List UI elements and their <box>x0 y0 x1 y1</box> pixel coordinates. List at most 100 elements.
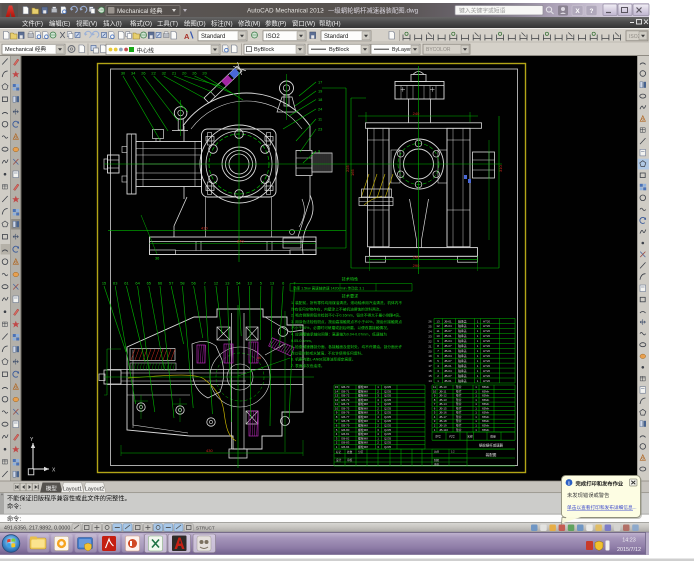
svg-text:轴承盖: 轴承盖 <box>458 353 467 358</box>
svg-text:螺栓M8: 螺栓M8 <box>358 405 368 410</box>
svg-text:窗口(W): 窗口(W) <box>292 18 315 27</box>
svg-text:23: 23 <box>428 334 432 338</box>
svg-text:4. 应调整轴承轴向间隙：高速轴为0.04-0.07mm，低: 4. 应调整轴承轴向间隙：高速轴为0.04-0.07mm，低速轴为 <box>291 332 387 337</box>
svg-text:15: 15 <box>428 374 432 378</box>
svg-text:12: 12 <box>214 281 218 286</box>
svg-text:63: 63 <box>113 281 117 286</box>
svg-text:310: 310 <box>498 165 503 172</box>
svg-text:HT20: HT20 <box>483 354 490 358</box>
svg-text:设计: 设计 <box>336 458 342 462</box>
svg-text:61: 61 <box>124 281 128 286</box>
svg-text:数量: 数量 <box>490 435 496 439</box>
svg-text:轴承盖: 轴承盖 <box>458 318 467 323</box>
svg-text:23: 23 <box>318 127 322 132</box>
svg-text:HT20: HT20 <box>483 369 490 373</box>
svg-text:21: 21 <box>428 344 432 348</box>
svg-text:13: 13 <box>225 281 229 286</box>
svg-text:HT20: HT20 <box>483 319 490 323</box>
svg-text:垫片: 垫片 <box>456 384 462 389</box>
svg-text:n6: n6 <box>257 356 261 360</box>
svg-text:装配图: 装配图 <box>486 452 497 457</box>
svg-text:ByBlock: ByBlock <box>254 47 274 53</box>
svg-text:螺栓M8: 螺栓M8 <box>358 401 368 406</box>
svg-text:中心线: 中心线 <box>137 47 155 55</box>
svg-text:17: 17 <box>428 364 432 368</box>
svg-text:轴承盖: 轴承盖 <box>458 368 467 373</box>
svg-text:垫片: 垫片 <box>456 405 462 410</box>
svg-text:轴承盖: 轴承盖 <box>458 348 467 353</box>
svg-text:6. 机座内装L-AN68润滑油至规定高度。: 6. 机座内装L-AN68润滑油至规定高度。 <box>291 357 356 362</box>
svg-text:螺栓M8: 螺栓M8 <box>358 427 368 432</box>
svg-text:审核: 审核 <box>434 462 440 466</box>
svg-text:2015/7/12: 2015/7/12 <box>617 547 641 553</box>
svg-text:比例: 比例 <box>434 450 440 454</box>
svg-text:JB-01: JB-01 <box>444 364 452 368</box>
svg-text:57: 57 <box>169 281 173 286</box>
svg-text:A: A <box>184 32 190 41</box>
svg-text:命令:: 命令: <box>7 515 21 523</box>
svg-text:插入(I): 插入(I) <box>103 18 122 27</box>
svg-text:11: 11 <box>436 329 439 333</box>
svg-text:HT20: HT20 <box>483 379 490 383</box>
svg-text:410: 410 <box>201 225 208 230</box>
svg-text:JB-04: JB-04 <box>444 324 452 328</box>
svg-text:ByBlock: ByBlock <box>329 47 349 53</box>
svg-text:螺栓M8: 螺栓M8 <box>358 418 368 423</box>
svg-text:1:2: 1:2 <box>451 451 455 454</box>
svg-text:垫片: 垫片 <box>456 427 462 432</box>
svg-text:14:23: 14:23 <box>622 538 636 544</box>
svg-text:18: 18 <box>428 359 432 363</box>
svg-text:16: 16 <box>428 369 432 373</box>
svg-text:HT20: HT20 <box>483 334 490 338</box>
svg-text:标记: 标记 <box>336 450 342 454</box>
svg-text:螺栓M8: 螺栓M8 <box>358 410 368 415</box>
svg-text:键入关键字或短语: 键入关键字或短语 <box>459 6 506 14</box>
svg-text:15: 15 <box>102 281 106 286</box>
svg-text:螺栓M8: 螺栓M8 <box>358 440 368 445</box>
svg-text:Standard: Standard <box>324 34 348 40</box>
svg-text:涂以密封胶或水玻璃，不允许使用任何填料。: 涂以密封胶或水玻璃，不允许使用任何填料。 <box>291 350 365 355</box>
svg-text:AutoCAD Mechanical 2012: AutoCAD Mechanical 2012 <box>247 8 324 15</box>
svg-text:65: 65 <box>147 281 151 286</box>
svg-text:11: 11 <box>318 117 322 122</box>
svg-text:格式(O): 格式(O) <box>130 18 152 27</box>
svg-text:Layout2: Layout2 <box>85 486 104 492</box>
svg-text:编辑(E): 编辑(E) <box>49 18 70 27</box>
svg-text:3. 用涂色法检验斑点，按齿高接触斑点不小于40%，按齿长接: 3. 用涂色法检验斑点，按齿高接触斑点不小于40%，按齿长接触斑点 <box>291 319 402 324</box>
svg-text:处数: 处数 <box>347 450 353 454</box>
svg-text:视图(V): 视图(V) <box>76 18 97 27</box>
svg-text:Layout1: Layout1 <box>63 486 82 492</box>
svg-text:HT20: HT20 <box>483 324 490 328</box>
svg-text:36: 36 <box>155 256 159 261</box>
svg-text:HT20: HT20 <box>483 349 490 353</box>
svg-text:工具(T): 工具(T) <box>157 19 178 27</box>
svg-text:240: 240 <box>413 255 420 260</box>
svg-text:26: 26 <box>192 71 196 76</box>
svg-text:0.05-0.1mm。: 0.05-0.1mm。 <box>291 339 314 343</box>
svg-text:Standard: Standard <box>201 34 225 40</box>
svg-text:垫片: 垫片 <box>456 414 462 419</box>
svg-text:58: 58 <box>180 281 184 286</box>
svg-text:制图: 制图 <box>434 458 440 462</box>
svg-text:JB-07: JB-07 <box>444 374 452 378</box>
svg-text:HT20: HT20 <box>483 364 490 368</box>
svg-text:参数(P): 参数(P) <box>265 18 286 27</box>
svg-text:5. 检查减速器剖分面、各接触面及密封处，均不许漏油。剖分面: 5. 检查减速器剖分面、各接触面及密封处，均不许漏油。剖分面允许 <box>291 344 402 349</box>
svg-text:165: 165 <box>350 169 355 176</box>
svg-text:32: 32 <box>162 71 166 76</box>
svg-text:56: 56 <box>191 281 195 286</box>
svg-text:文件(F): 文件(F) <box>22 18 43 27</box>
svg-text:JB-07: JB-07 <box>444 344 452 348</box>
svg-text:轴承盖: 轴承盖 <box>458 373 467 378</box>
svg-text:430: 430 <box>206 448 213 453</box>
svg-text:垫片: 垫片 <box>456 397 462 402</box>
svg-text:序号: 序号 <box>435 435 441 439</box>
svg-text:240: 240 <box>413 111 420 116</box>
svg-text:13: 13 <box>270 281 274 286</box>
svg-text:20: 20 <box>428 349 432 353</box>
svg-text:帮助(H): 帮助(H) <box>319 18 341 27</box>
svg-text:JB-04: JB-04 <box>444 339 452 343</box>
svg-text:分区: 分区 <box>358 450 364 454</box>
svg-text:标注(N): 标注(N) <box>211 18 233 27</box>
svg-text:1. 装配前，所有零件均用煤油清洗，滚动轴承用汽油清洗，机体: 1. 装配前，所有零件均用煤油清洗，滚动轴承用汽油清洗，机体内不 <box>291 300 402 305</box>
